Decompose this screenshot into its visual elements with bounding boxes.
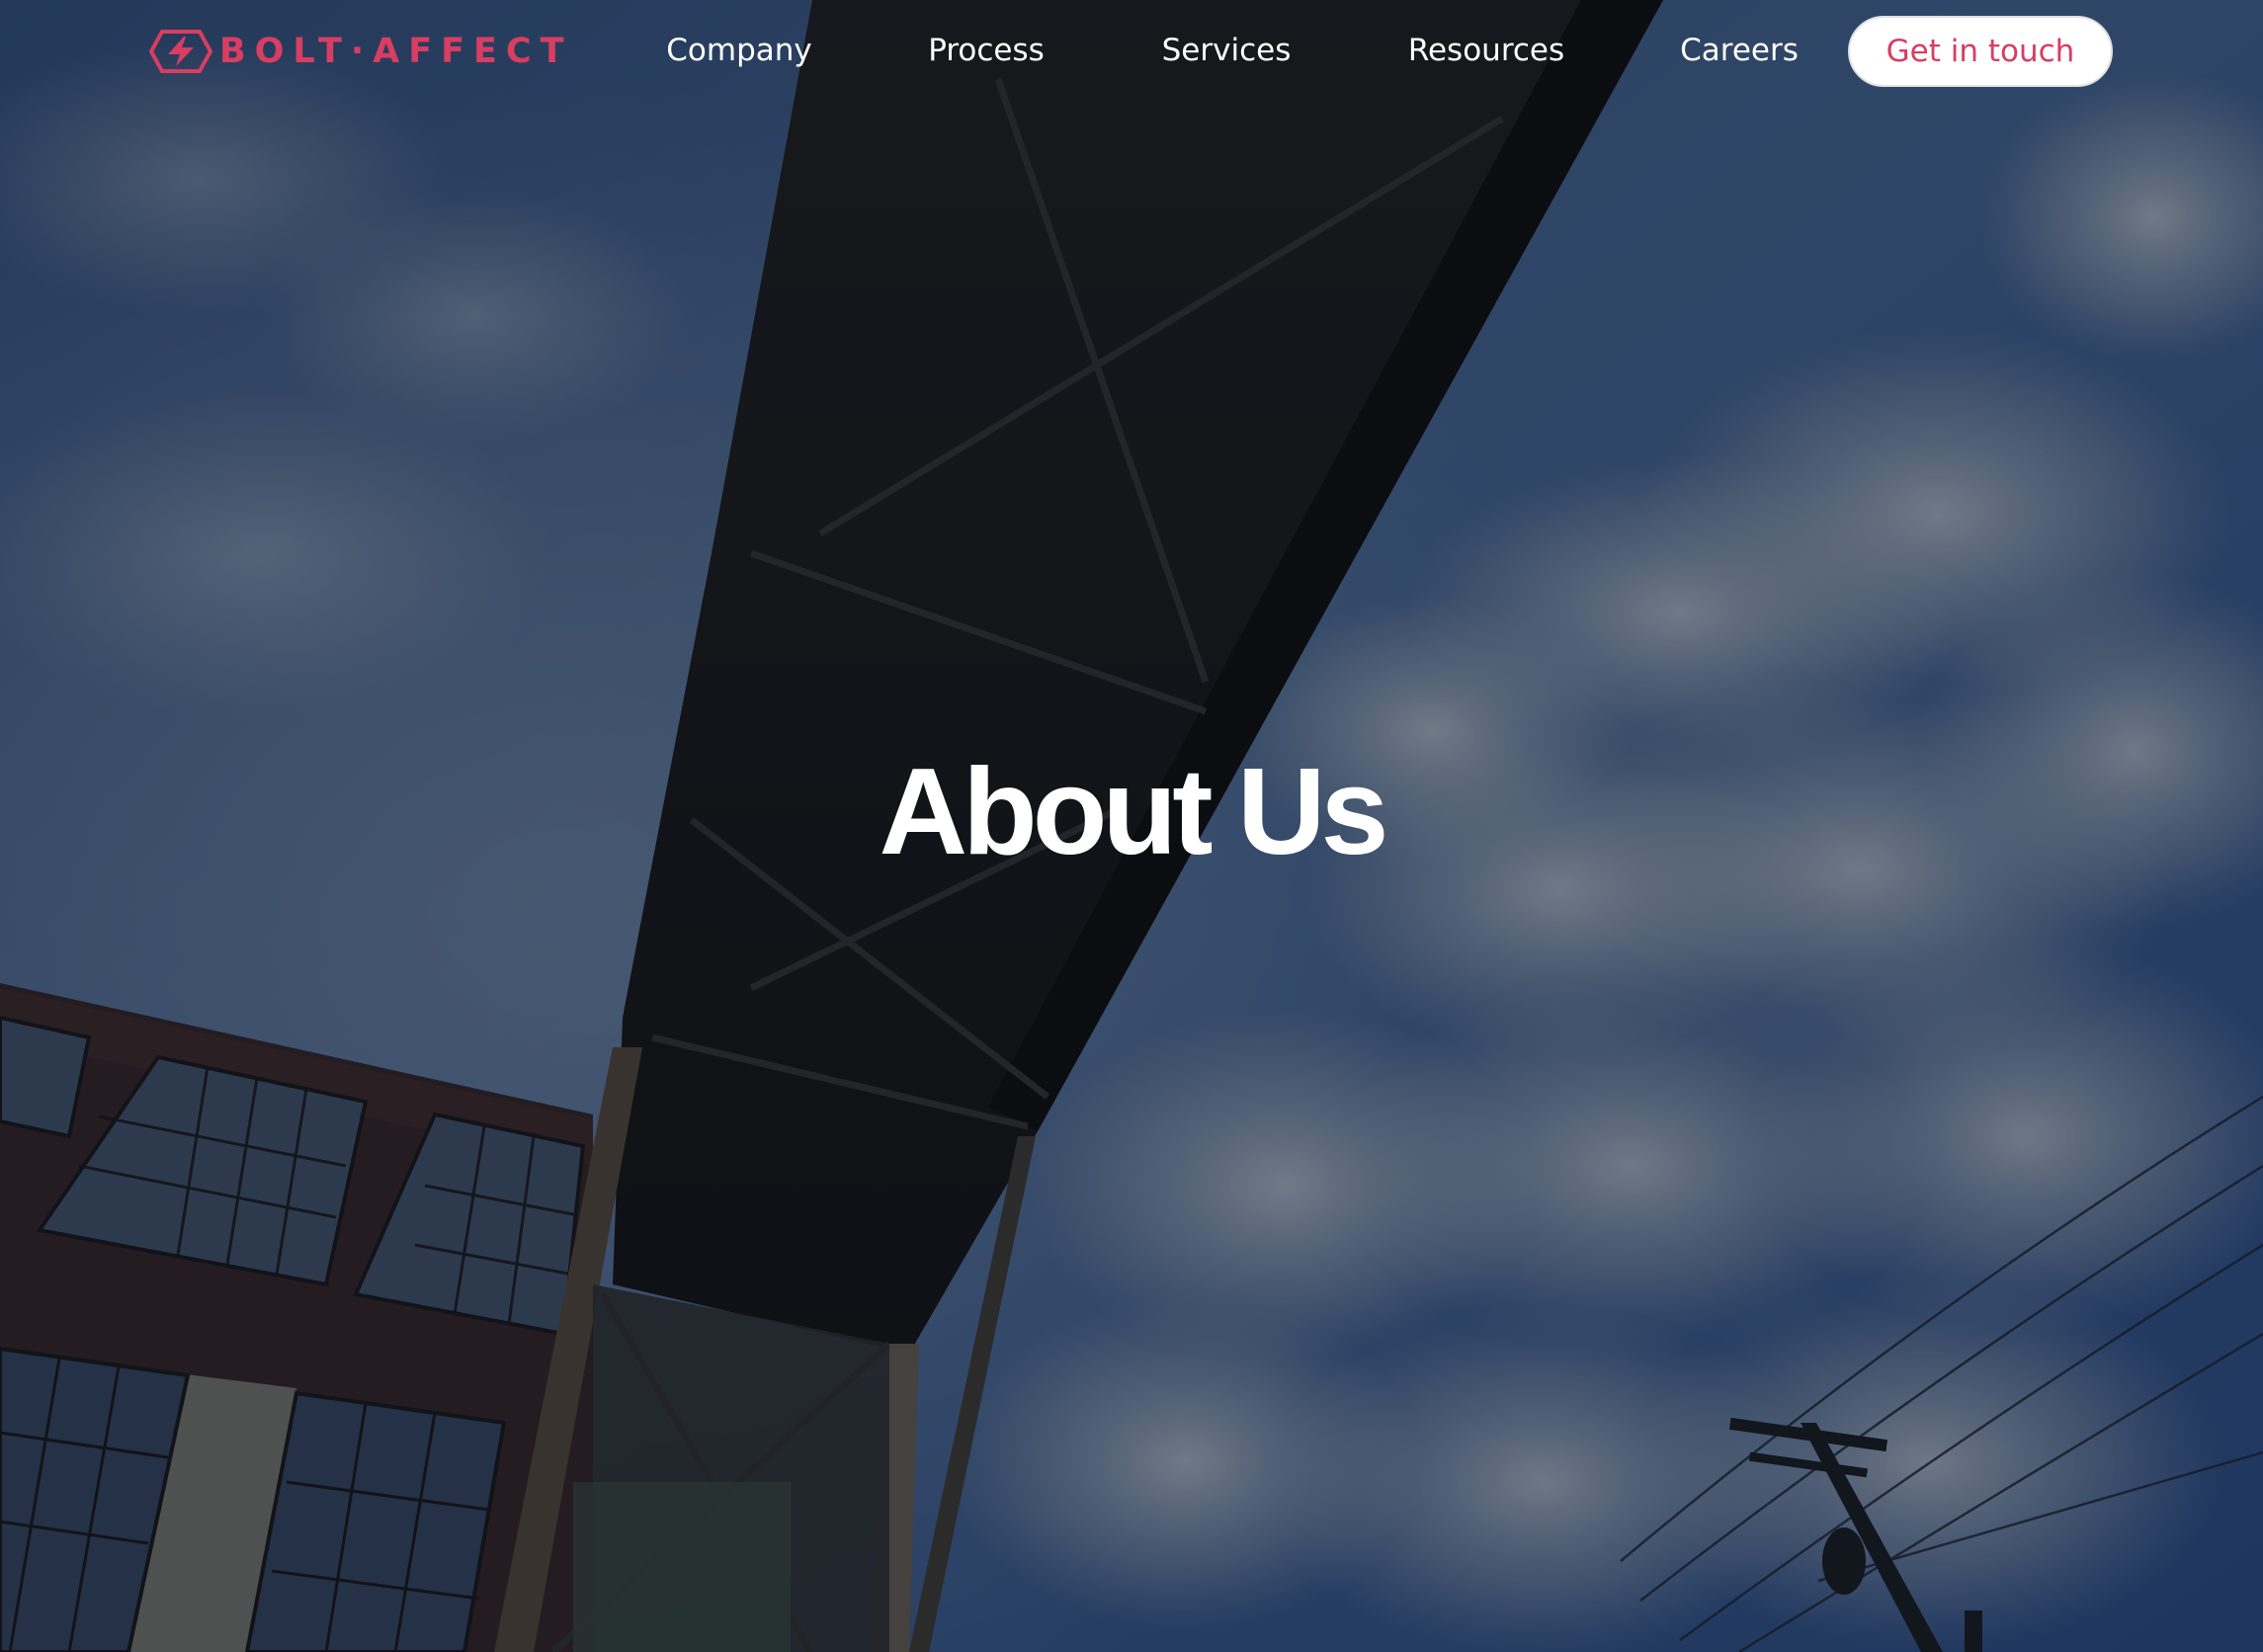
- nav-link-careers[interactable]: Careers: [1680, 28, 1799, 73]
- page-title: About Us: [879, 744, 1388, 880]
- brand-wordmark: BOLT·AFFECT: [219, 32, 573, 71]
- nav-link-resources[interactable]: Resources: [1408, 28, 1564, 73]
- nav-link-process[interactable]: Process: [928, 28, 1045, 73]
- nav-link-company[interactable]: Company: [666, 28, 811, 73]
- bolt-hexagon-icon: [148, 30, 213, 73]
- brand-logo[interactable]: BOLT·AFFECT: [148, 26, 572, 77]
- hero-section: BOLT·AFFECT Company Process Services Res…: [0, 0, 2263, 1652]
- top-navbar: BOLT·AFFECT Company Process Services Res…: [0, 0, 2263, 103]
- get-in-touch-button[interactable]: Get in touch: [1848, 16, 2113, 87]
- nav-link-services[interactable]: Services: [1162, 28, 1292, 73]
